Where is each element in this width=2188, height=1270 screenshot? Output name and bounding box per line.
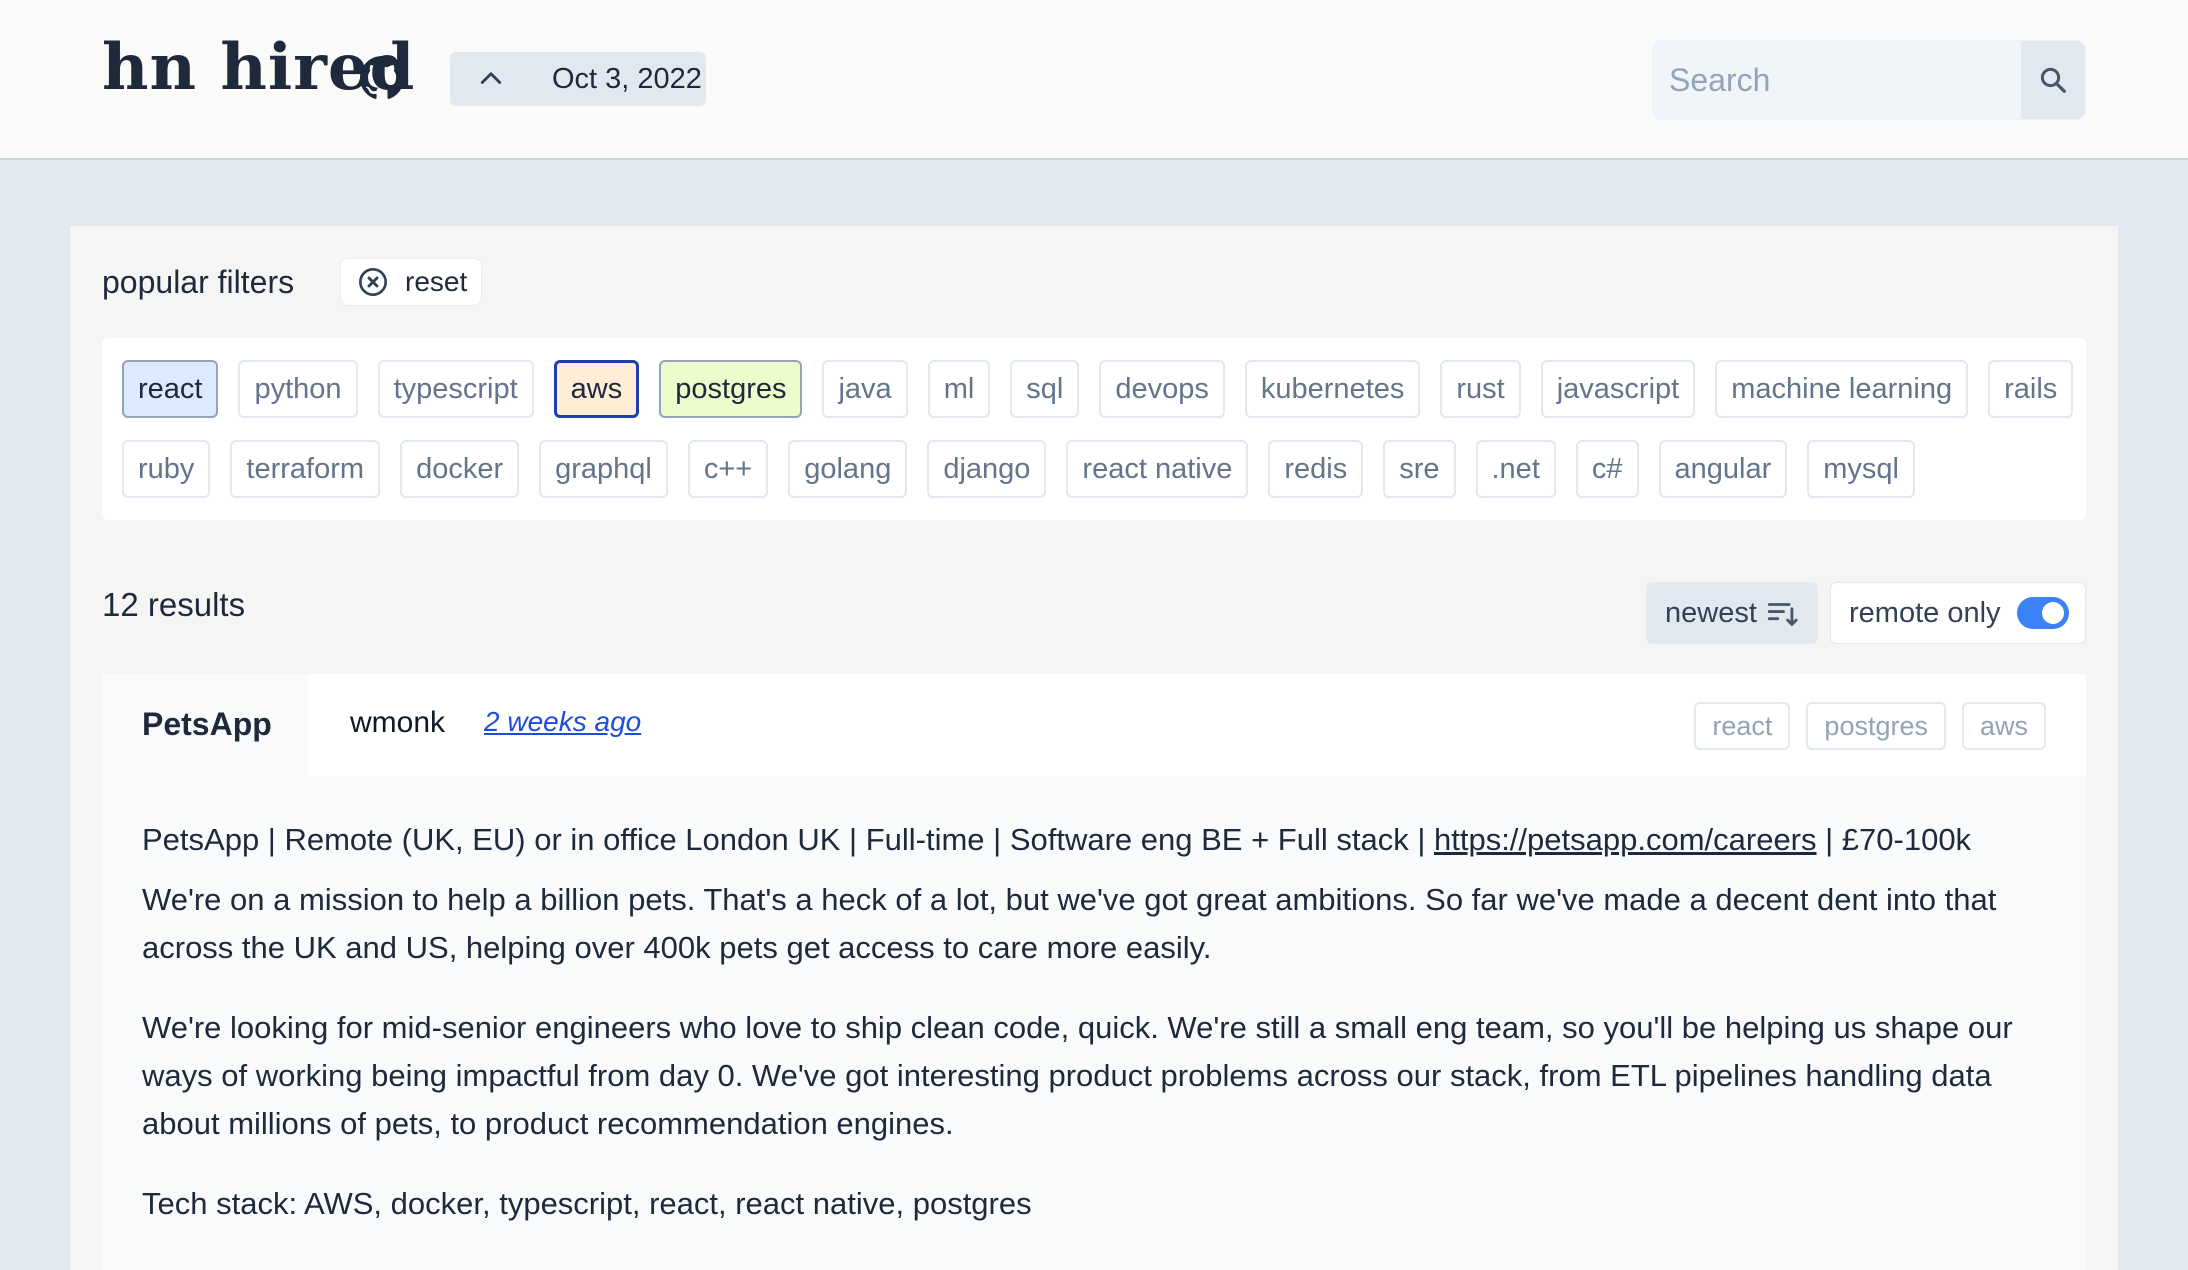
filter-tag-angular[interactable]: angular [1658, 440, 1788, 498]
remote-only-filter: remote only [1830, 582, 2086, 644]
filter-tag-sre[interactable]: sre [1383, 440, 1456, 498]
main-panel: popular filters reset react python typescr… [70, 226, 2118, 1270]
job-header: PetsApp wmonk 2 weeks ago react postgres a… [102, 674, 2086, 776]
search-icon [2040, 67, 2066, 93]
filter-tag-rust[interactable]: rust [1440, 360, 1521, 418]
job-paragraph: We're on a mission to help a billion pet… [142, 882, 1997, 965]
filter-tag-sql[interactable]: sql [1010, 360, 1080, 418]
close-circle-icon [359, 268, 387, 296]
filter-tag-kubernetes[interactable]: kubernetes [1244, 360, 1421, 418]
filter-tag-aws[interactable]: aws [553, 360, 640, 418]
job-paragraph: We're looking for mid-senior engineers w… [142, 1010, 2013, 1141]
filter-tags-row-2: ruby terraform docker graphql c++ golang djang… [122, 440, 1915, 498]
filter-tag-python[interactable]: python [238, 360, 358, 418]
remote-only-label: remote only [1849, 596, 2001, 629]
remote-only-toggle[interactable] [2017, 597, 2069, 629]
filter-tags: react python typescript aws postgres java ml sq… [102, 338, 2086, 520]
filter-tag-ml[interactable]: ml [927, 360, 991, 418]
toggle-knob [2042, 602, 2064, 624]
filter-tags-row-1: react python typescript aws postgres java ml sq… [122, 360, 2074, 418]
filter-tag-mysql[interactable]: mysql [1807, 440, 1915, 498]
filter-tag-react[interactable]: react [122, 360, 219, 418]
sort-icon [1767, 603, 1798, 626]
job-description: PetsApp | Remote (UK, EU) or in office L… [142, 816, 2052, 1260]
careers-link[interactable]: https://petsapp.com/careers [1434, 822, 1817, 857]
search-button[interactable] [2021, 41, 2085, 119]
github-icon[interactable] [360, 56, 404, 100]
sort-label: newest [1665, 596, 1757, 629]
date-picker[interactable]: Oct 3, 2022 [450, 52, 706, 106]
filter-tag-devops[interactable]: devops [1099, 360, 1225, 418]
filters-title: popular filters [102, 264, 295, 300]
company-cell: PetsApp [102, 674, 308, 776]
filter-tag-golang[interactable]: golang [788, 440, 908, 498]
job-card: PetsApp wmonk 2 weeks ago react postgres a… [102, 674, 2086, 1270]
headline-salary: | £70-100k [1816, 822, 1972, 857]
filter-tag-javascript[interactable]: javascript [1540, 360, 1696, 418]
reset-label: reset [405, 266, 468, 297]
job-tag-aws[interactable]: aws [1961, 702, 2046, 750]
filter-tag-docker[interactable]: docker [400, 440, 520, 498]
filter-tag-typescript[interactable]: typescript [377, 360, 534, 418]
filter-tag-rails[interactable]: rails [1988, 360, 2074, 418]
job-author: wmonk [350, 706, 446, 739]
filter-tag-net[interactable]: .net [1475, 440, 1556, 498]
company-name: PetsApp [142, 706, 272, 742]
search-box [1652, 40, 2086, 120]
job-posted-link[interactable]: 2 weeks ago [484, 706, 641, 738]
job-tag-react[interactable]: react [1694, 702, 1791, 750]
filter-tag-postgres[interactable]: postgres [659, 360, 803, 418]
filter-tag-django[interactable]: django [927, 440, 1047, 498]
results-count: 12 results [102, 586, 246, 623]
filter-tag-c[interactable]: c++ [687, 440, 769, 498]
filter-tag-machine-learning[interactable]: machine learning [1715, 360, 1969, 418]
job-headline: PetsApp | Remote (UK, EU) or in office L… [142, 816, 2052, 864]
filter-tag-terraform[interactable]: terraform [230, 440, 381, 498]
search-input[interactable] [1653, 41, 2023, 119]
selected-date[interactable]: Oct 3, 2022 [552, 63, 702, 96]
filter-tag-c[interactable]: c# [1575, 440, 1639, 498]
app-header: hn hired Oct 3, 2022 [0, 0, 2188, 160]
filter-tag-react-native[interactable]: react native [1066, 440, 1249, 498]
headline-text: PetsApp | Remote (UK, EU) or in office L… [142, 822, 1434, 857]
job-tags: react postgres aws [1694, 702, 2046, 750]
job-paragraph: Tech stack: AWS, docker, typescript, rea… [142, 1186, 1032, 1221]
filter-tag-java[interactable]: java [822, 360, 908, 418]
filter-tag-ruby[interactable]: ruby [122, 440, 211, 498]
sort-button[interactable]: newest [1646, 582, 1818, 644]
chevron-up-icon[interactable] [470, 58, 512, 100]
filter-tag-redis[interactable]: redis [1268, 440, 1364, 498]
reset-button[interactable]: reset [340, 258, 482, 306]
filter-tag-graphql[interactable]: graphql [539, 440, 668, 498]
job-tag-postgres[interactable]: postgres [1806, 702, 1946, 750]
